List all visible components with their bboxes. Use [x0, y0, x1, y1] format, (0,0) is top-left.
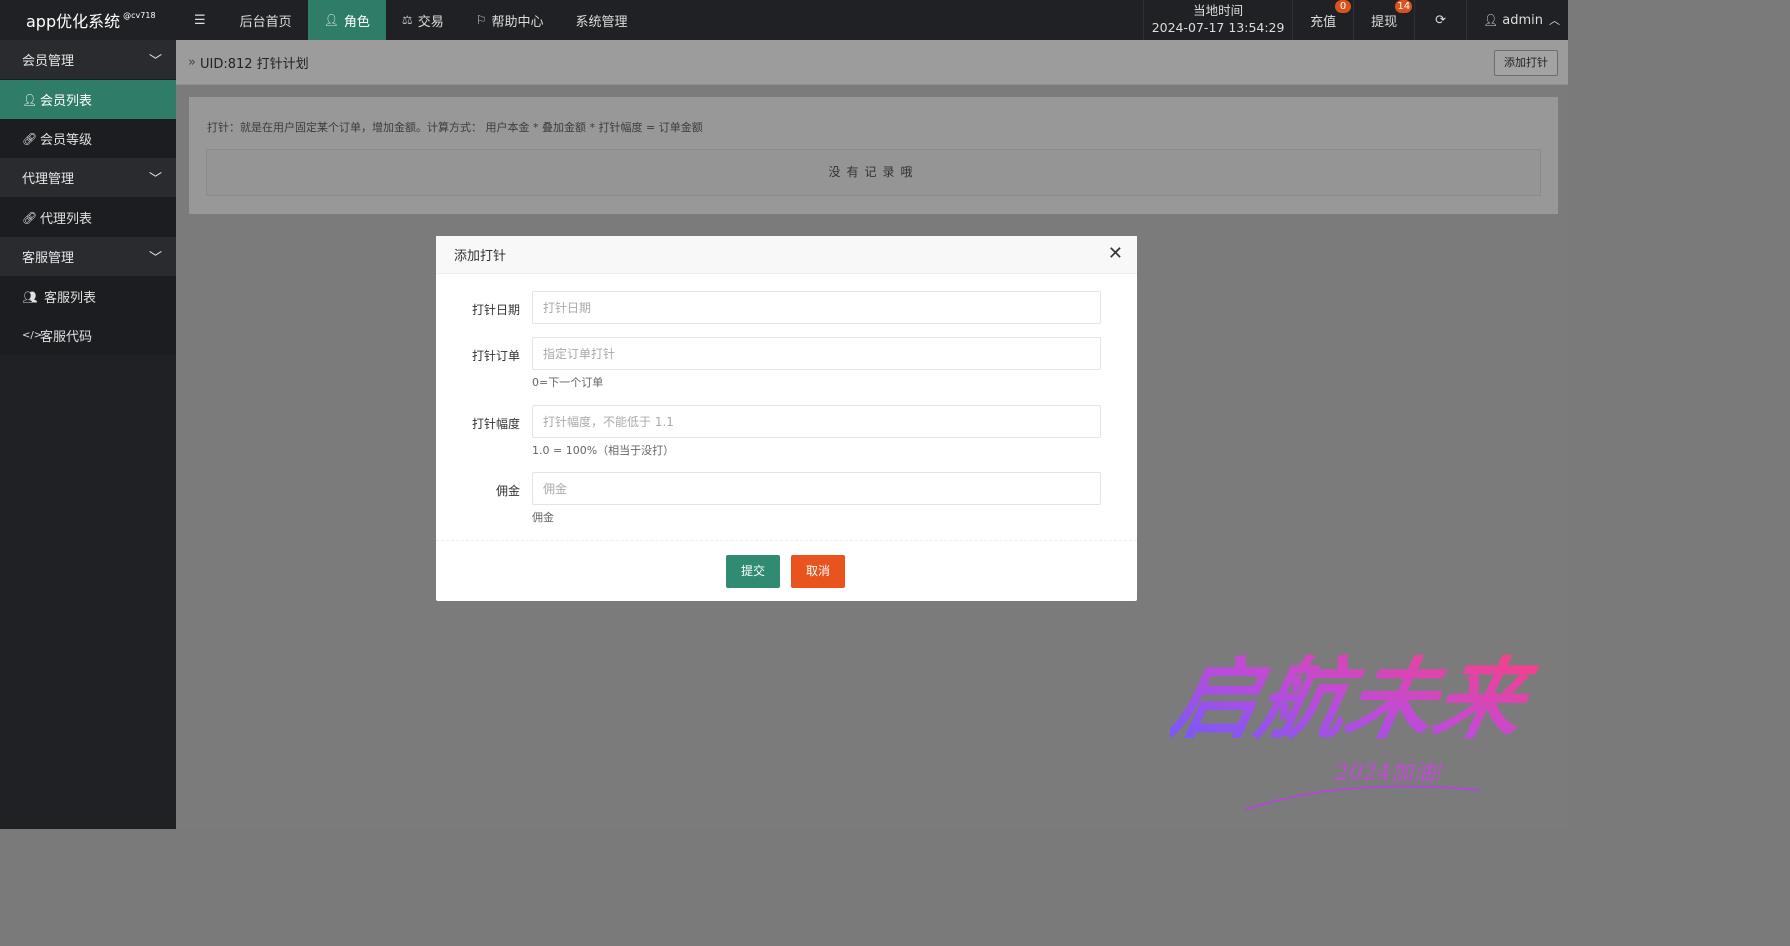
- amplitude-hint: 1.0 = 100%（相当于没打）: [532, 444, 675, 457]
- sidebar-item-service-code[interactable]: </> 客服代码: [0, 316, 176, 355]
- nav-item-help[interactable]: ⚐ 帮助中心: [460, 0, 560, 40]
- add-injection-dialog: 添加打针 ✕ 打针日期 打针订单 0=下一个订单 打针幅度 1.0 = 100%…: [436, 236, 1137, 601]
- code-icon: </>: [22, 330, 43, 341]
- link-icon: 🔗︎: [22, 131, 38, 146]
- dialog-header: 添加打针 ✕: [436, 236, 1137, 274]
- order-label: 打针订单: [471, 349, 520, 363]
- sidebar-group-service[interactable]: 客服管理 ﹀: [0, 237, 176, 277]
- order-hint: 0=下一个订单: [532, 376, 604, 389]
- flag-icon: ⚐: [475, 13, 487, 27]
- chevron-up-icon: ︿: [1549, 14, 1560, 27]
- double-chevron-icon: »: [188, 54, 196, 70]
- refresh-icon: ⟳: [1435, 12, 1447, 28]
- date-label: 打针日期: [471, 303, 520, 317]
- submit-button[interactable]: 提交: [726, 555, 781, 588]
- brand-logo: app优化系统 @cv718: [0, 0, 176, 40]
- add-injection-button[interactable]: 添加打针: [1494, 50, 1558, 76]
- user-icon: 👤︎: [1483, 13, 1499, 27]
- breadcrumb: » UID:812 打针计划 添加打针: [176, 40, 1568, 85]
- user-menu[interactable]: 👤︎ admin ︿: [1467, 0, 1568, 40]
- nav-item-system[interactable]: 系统管理: [559, 0, 643, 40]
- amplitude-label: 打针幅度: [471, 417, 520, 431]
- brand-name: app优化系统: [26, 12, 121, 31]
- sidebar-group-agents[interactable]: 代理管理 ﹀: [0, 158, 176, 198]
- tip-text: 打针：就是在用户固定某个订单，增加金额。计算方式： 用户本金 * 叠加金额 * …: [207, 121, 703, 134]
- sidebar: 会员管理 ﹀ 👤︎ 会员列表 🔗︎ 会员等级 代理管理 ﹀ 🔗︎ 代理列表 客服管理 …: [0, 40, 176, 829]
- link-icon: 🔗︎: [22, 210, 38, 225]
- sidebar-item-member-list[interactable]: 👤︎ 会员列表: [0, 80, 176, 119]
- chevron-down-icon: ﹀: [148, 54, 162, 69]
- close-icon[interactable]: ✕: [1108, 245, 1123, 263]
- cancel-button[interactable]: 取消: [791, 555, 846, 588]
- breadcrumb-text: UID:812 打针计划: [199, 56, 309, 72]
- brand-tag: @cv718: [123, 10, 156, 20]
- sidebar-item-service-list[interactable]: 👥︎ 客服列表: [0, 277, 176, 316]
- withdraw-button[interactable]: 提现 14: [1354, 0, 1416, 40]
- nav-item-home[interactable]: 后台首页: [224, 0, 308, 40]
- nav-item-trade[interactable]: ⚖ 交易: [386, 0, 460, 40]
- content-card: 打针：就是在用户固定某个订单，增加金额。计算方式： 用户本金 * 叠加金额 * …: [189, 97, 1558, 214]
- chevron-down-icon: ﹀: [148, 172, 162, 187]
- hamburger-icon: ☰: [194, 12, 206, 28]
- recharge-button[interactable]: 充值 0: [1293, 0, 1355, 40]
- amplitude-input[interactable]: [532, 405, 1101, 438]
- local-time: 当地时间 2024-07-17 13:54:29: [1143, 0, 1294, 40]
- local-time-label: 当地时间: [1193, 3, 1244, 18]
- sidebar-item-agent-list[interactable]: 🔗︎ 代理列表: [0, 198, 176, 237]
- withdraw-badge: 14: [1395, 0, 1413, 13]
- user-name: admin: [1502, 12, 1543, 28]
- dialog-title: 添加打针: [454, 249, 507, 264]
- user-icon: 👤︎: [22, 92, 38, 107]
- sidebar-item-member-level[interactable]: 🔗︎ 会员等级: [0, 119, 176, 158]
- dialog-footer: 提交 取消: [436, 540, 1137, 602]
- nav-item-role[interactable]: 👤︎ 角色: [307, 0, 386, 40]
- recharge-badge: 0: [1335, 0, 1352, 13]
- order-input[interactable]: [532, 337, 1101, 370]
- chevron-down-icon: ﹀: [148, 251, 162, 266]
- local-time-value: 2024-07-17 13:54:29: [1151, 20, 1285, 35]
- date-input[interactable]: [532, 291, 1101, 324]
- user-icon: 👤︎: [323, 13, 339, 27]
- commission-input[interactable]: [532, 472, 1101, 505]
- sidebar-group-members[interactable]: 会员管理 ﹀: [0, 40, 176, 80]
- top-bar: app优化系统 @cv718 ☰ 后台首页 👤︎ 角色 ⚖ 交易 ⚐ 帮助中心 系统管理…: [0, 0, 1568, 40]
- top-right-area: 当地时间 2024-07-17 13:54:29 充值 0 提现 14 ⟳ 👤︎…: [1143, 0, 1568, 40]
- empty-state: 没有记录哦: [206, 149, 1541, 196]
- refresh-button[interactable]: ⟳: [1415, 0, 1468, 40]
- commission-label: 佣金: [495, 484, 520, 498]
- menu-toggle-button[interactable]: ☰: [176, 0, 224, 40]
- users-icon: 👥︎: [22, 289, 38, 304]
- scale-icon: ⚖: [401, 13, 413, 27]
- commission-hint: 佣金: [532, 511, 554, 524]
